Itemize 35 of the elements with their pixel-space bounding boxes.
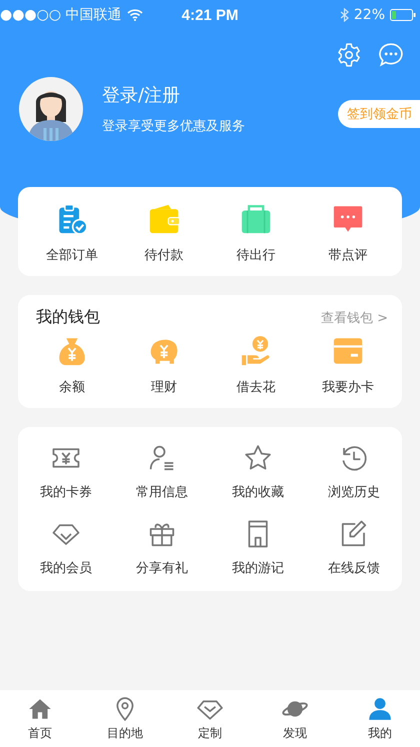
wallet-title: 我的钱包 xyxy=(36,307,100,328)
tab-item[interactable]: 首页 xyxy=(10,696,70,742)
wifi-icon xyxy=(126,9,143,21)
service-label[interactable]: 我的会员 xyxy=(40,559,92,577)
tab-item[interactable]: 我的 xyxy=(350,696,410,742)
service-label[interactable]: 浏览历史 xyxy=(328,483,380,501)
tab-item[interactable]: 发现 xyxy=(265,696,325,742)
carrier-label: ●●●○○ 中国联通 xyxy=(0,6,122,24)
bluetooth-icon xyxy=(340,8,349,22)
service-label[interactable]: 我的收藏 xyxy=(232,483,284,501)
order-label[interactable]: 待出行 xyxy=(236,246,276,264)
order-label[interactable]: 全部订单 xyxy=(46,246,98,264)
service-label[interactable]: 常用信息 xyxy=(136,483,188,501)
wallet-item-label[interactable]: 我要办卡 xyxy=(322,378,374,396)
wallet-item-label[interactable]: 借去花 xyxy=(236,378,276,396)
battery-icon xyxy=(390,9,416,21)
service-label[interactable]: 我的卡券 xyxy=(40,483,92,501)
edit-icon[interactable] xyxy=(339,519,369,549)
clock-time: 4:21 PM xyxy=(182,6,238,24)
order-label[interactable]: 带点评 xyxy=(328,246,368,264)
chat-icon[interactable] xyxy=(378,42,404,68)
tab-item[interactable]: 定制 xyxy=(180,696,240,742)
wallet-item-label[interactable]: 余额 xyxy=(59,378,85,396)
tab-item[interactable]: 目的地 xyxy=(95,696,155,742)
avatar[interactable] xyxy=(18,76,84,142)
person-icon xyxy=(367,696,393,722)
service-label[interactable]: 我的游记 xyxy=(232,559,284,577)
service-label[interactable]: 分享有礼 xyxy=(136,559,188,577)
settings-icon[interactable] xyxy=(336,42,362,68)
login-benefit-text: 登录享受更多优惠及服务 xyxy=(102,118,246,135)
suitcase-icon[interactable] xyxy=(239,202,273,236)
order-label[interactable]: 待付款 xyxy=(144,246,184,264)
wallet-item-label[interactable]: 理财 xyxy=(151,378,177,396)
service-label[interactable]: 在线反馈 xyxy=(328,559,380,577)
battery-percentage: 22% xyxy=(354,7,385,23)
